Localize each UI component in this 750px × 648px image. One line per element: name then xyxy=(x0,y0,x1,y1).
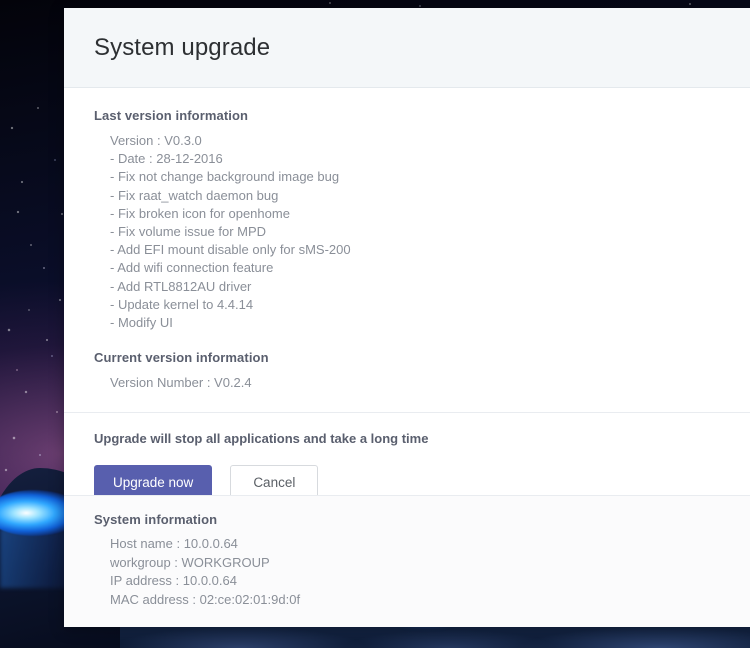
list-item: Host name : 10.0.0.64 xyxy=(110,536,238,551)
list-item: - Fix broken icon for openhome xyxy=(110,205,290,221)
system-information-heading: System information xyxy=(94,512,218,527)
list-item: MAC address : 02:ce:02:01:9d:0f xyxy=(110,591,301,607)
list-item: - Add EFI mount disable only for sMS-200 xyxy=(110,242,351,258)
current-version-section: Current version information Version Numb… xyxy=(64,332,750,392)
list-item: Version Number : V0.2.4 xyxy=(110,375,252,391)
upgrade-warning-text: Upgrade will stop all applications and t… xyxy=(94,431,429,447)
current-version-heading: Current version information xyxy=(94,350,269,366)
dialog-header: System upgrade xyxy=(64,8,750,88)
list-item: - Add RTL8812AU driver xyxy=(110,278,252,294)
upgrade-warning-row: Upgrade will stop all applications and t… xyxy=(64,413,750,446)
list-item: - Date : 28-12-2016 xyxy=(110,151,223,167)
last-version-section: Last version information Version : V0.3.… xyxy=(64,88,750,332)
list-item: - Add wifi connection feature xyxy=(110,260,274,276)
last-version-list: Version : V0.3.0 - Date : 28-12-2016 - F… xyxy=(94,132,734,332)
list-item: - Fix not change background image bug xyxy=(110,169,340,185)
page-title: System upgrade xyxy=(94,33,271,61)
last-version-heading: Last version information xyxy=(94,108,249,123)
dialog-action-row: Upgrade now Cancel xyxy=(64,446,750,495)
list-item: - Modify UI xyxy=(110,315,173,331)
cancel-button[interactable]: Cancel xyxy=(230,465,319,495)
system-information-list: Host name : 10.0.0.64 workgroup : WORKGR… xyxy=(94,535,734,609)
current-version-list: Version Number : V0.2.4 xyxy=(94,374,734,392)
list-item: - Update kernel to 4.4.14 xyxy=(110,296,254,312)
list-item: IP address : 10.0.0.64 xyxy=(110,573,237,588)
list-item: - Fix volume issue for MPD xyxy=(110,224,267,240)
list-item: - Fix raat_watch daemon bug xyxy=(110,187,279,203)
system-information-section: System information Host name : 10.0.0.64… xyxy=(64,495,750,627)
system-upgrade-dialog: System upgrade Last version information … xyxy=(64,8,750,627)
upgrade-now-button[interactable]: Upgrade now xyxy=(94,465,213,495)
dialog-body: Last version information Version : V0.3.… xyxy=(64,88,750,495)
list-item: workgroup : WORKGROUP xyxy=(110,554,270,570)
list-item: Version : V0.3.0 xyxy=(110,133,202,148)
desktop-background: System upgrade Last version information … xyxy=(0,0,750,648)
